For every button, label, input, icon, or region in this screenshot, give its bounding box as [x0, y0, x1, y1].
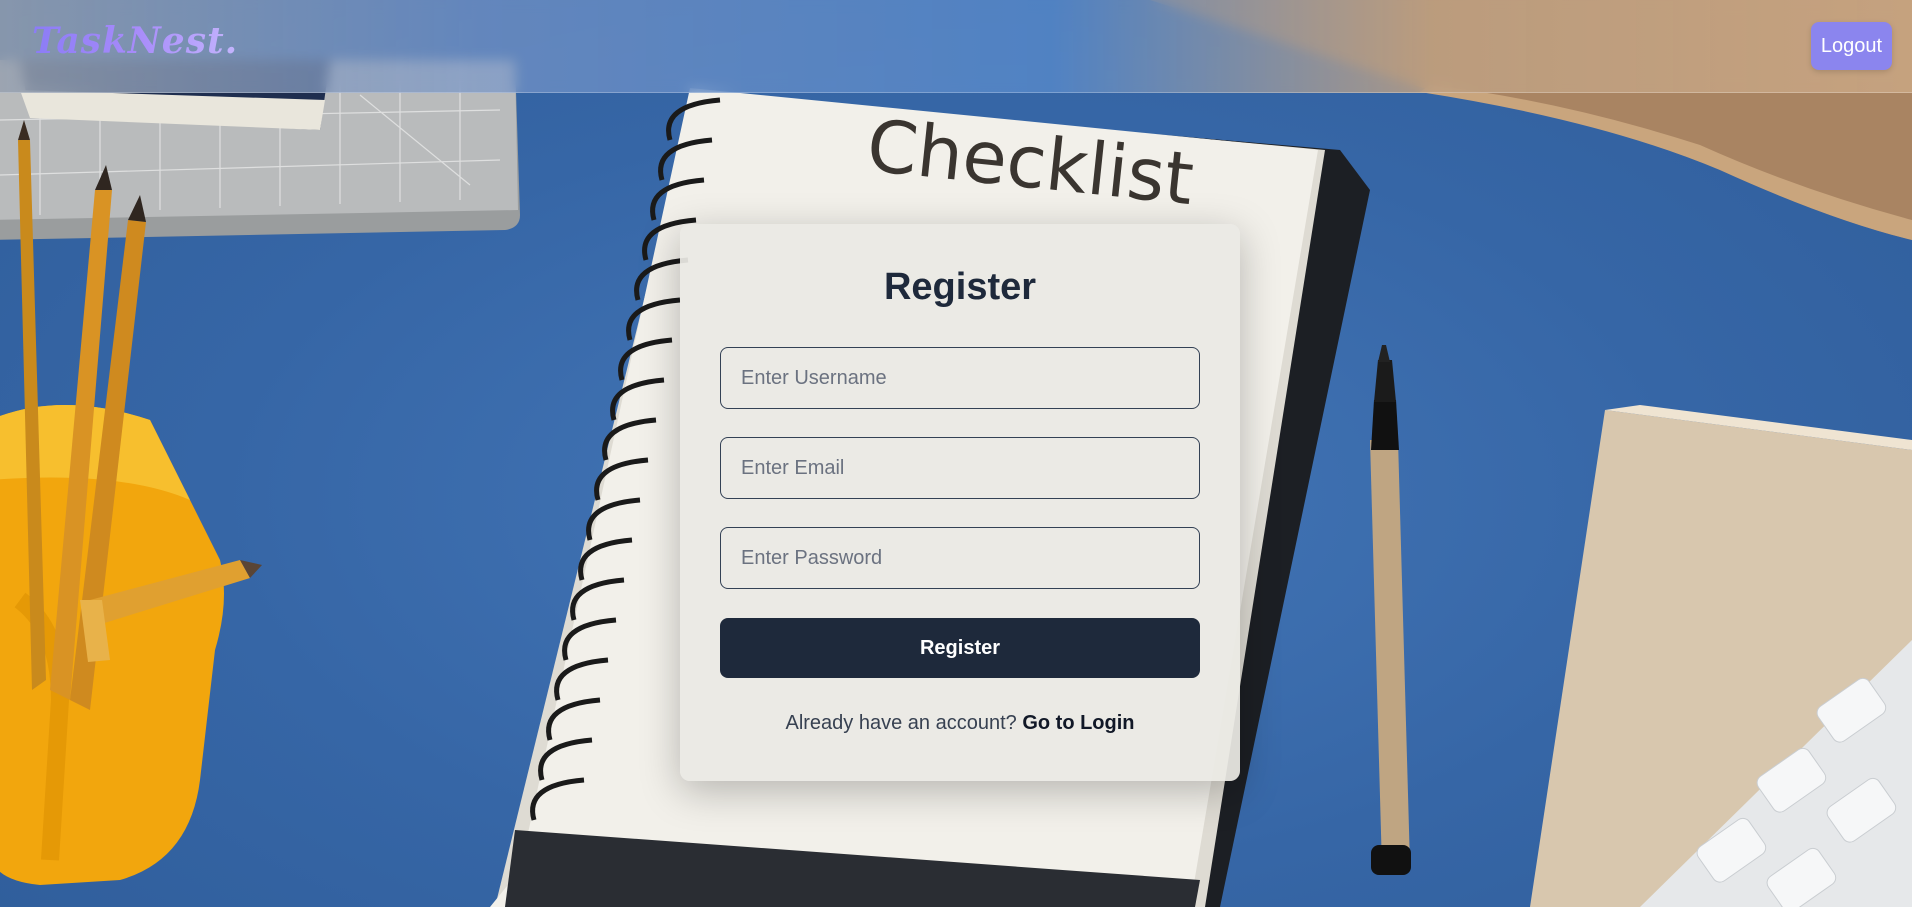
top-navbar: TaskNest. Logout	[0, 0, 1912, 93]
email-input[interactable]	[720, 437, 1200, 499]
login-switch-prompt: Already have an account?	[785, 712, 1017, 734]
pen-illustration	[1370, 345, 1411, 875]
register-submit-button[interactable]: Register	[720, 618, 1200, 678]
register-title: Register	[883, 266, 1037, 308]
register-card: Register Register Already have an accoun…	[680, 224, 1240, 781]
go-to-login-link[interactable]: Go to Login	[1022, 712, 1134, 734]
password-input[interactable]	[720, 527, 1200, 589]
username-input[interactable]	[720, 347, 1200, 409]
app-logo[interactable]: TaskNest.	[32, 20, 238, 62]
logout-button[interactable]: Logout	[1810, 22, 1892, 70]
login-switch-line: Already have an account? Go to Login	[720, 712, 1200, 735]
